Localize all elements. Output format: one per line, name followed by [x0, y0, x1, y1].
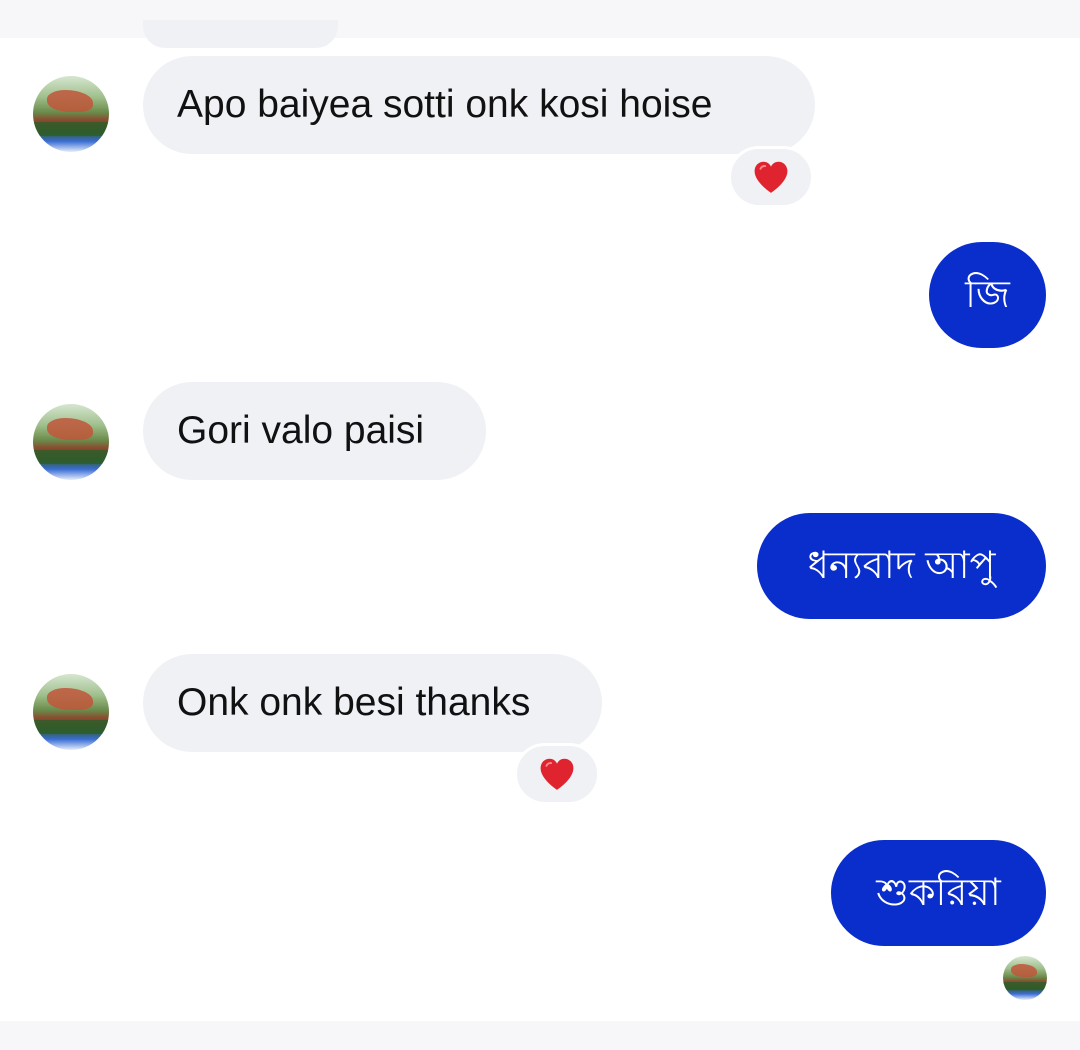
outgoing-message-bubble[interactable]: ধন্যবাদ আপু — [757, 513, 1046, 619]
message-text: Apo baiyea sotti onk kosi hoise — [177, 83, 713, 126]
bottom-bar — [0, 1021, 1080, 1050]
reaction-badge[interactable] — [514, 743, 600, 805]
message-text: জি — [965, 274, 1010, 316]
contact-avatar[interactable] — [33, 674, 109, 750]
outgoing-message-bubble[interactable]: জি — [929, 242, 1046, 348]
contact-avatar[interactable] — [33, 76, 109, 152]
heart-icon — [754, 161, 788, 193]
message-text: শুকরিয়া — [876, 872, 1001, 914]
seen-avatar — [1003, 956, 1047, 1000]
contact-avatar[interactable] — [33, 404, 109, 480]
outgoing-message-bubble[interactable]: শুকরিয়া — [831, 840, 1046, 946]
message-text: Gori valo paisi — [177, 409, 425, 452]
previous-message-bubble[interactable] — [143, 20, 338, 48]
heart-icon — [540, 758, 574, 790]
message-text: ধন্যবাদ আপু — [807, 545, 996, 587]
reaction-badge[interactable] — [728, 146, 814, 208]
incoming-message-bubble[interactable]: Gori valo paisi — [143, 382, 486, 480]
message-text: Onk onk besi thanks — [177, 681, 531, 724]
incoming-message-bubble[interactable]: Apo baiyea sotti onk kosi hoise — [143, 56, 815, 154]
incoming-message-bubble[interactable]: Onk onk besi thanks — [143, 654, 602, 752]
